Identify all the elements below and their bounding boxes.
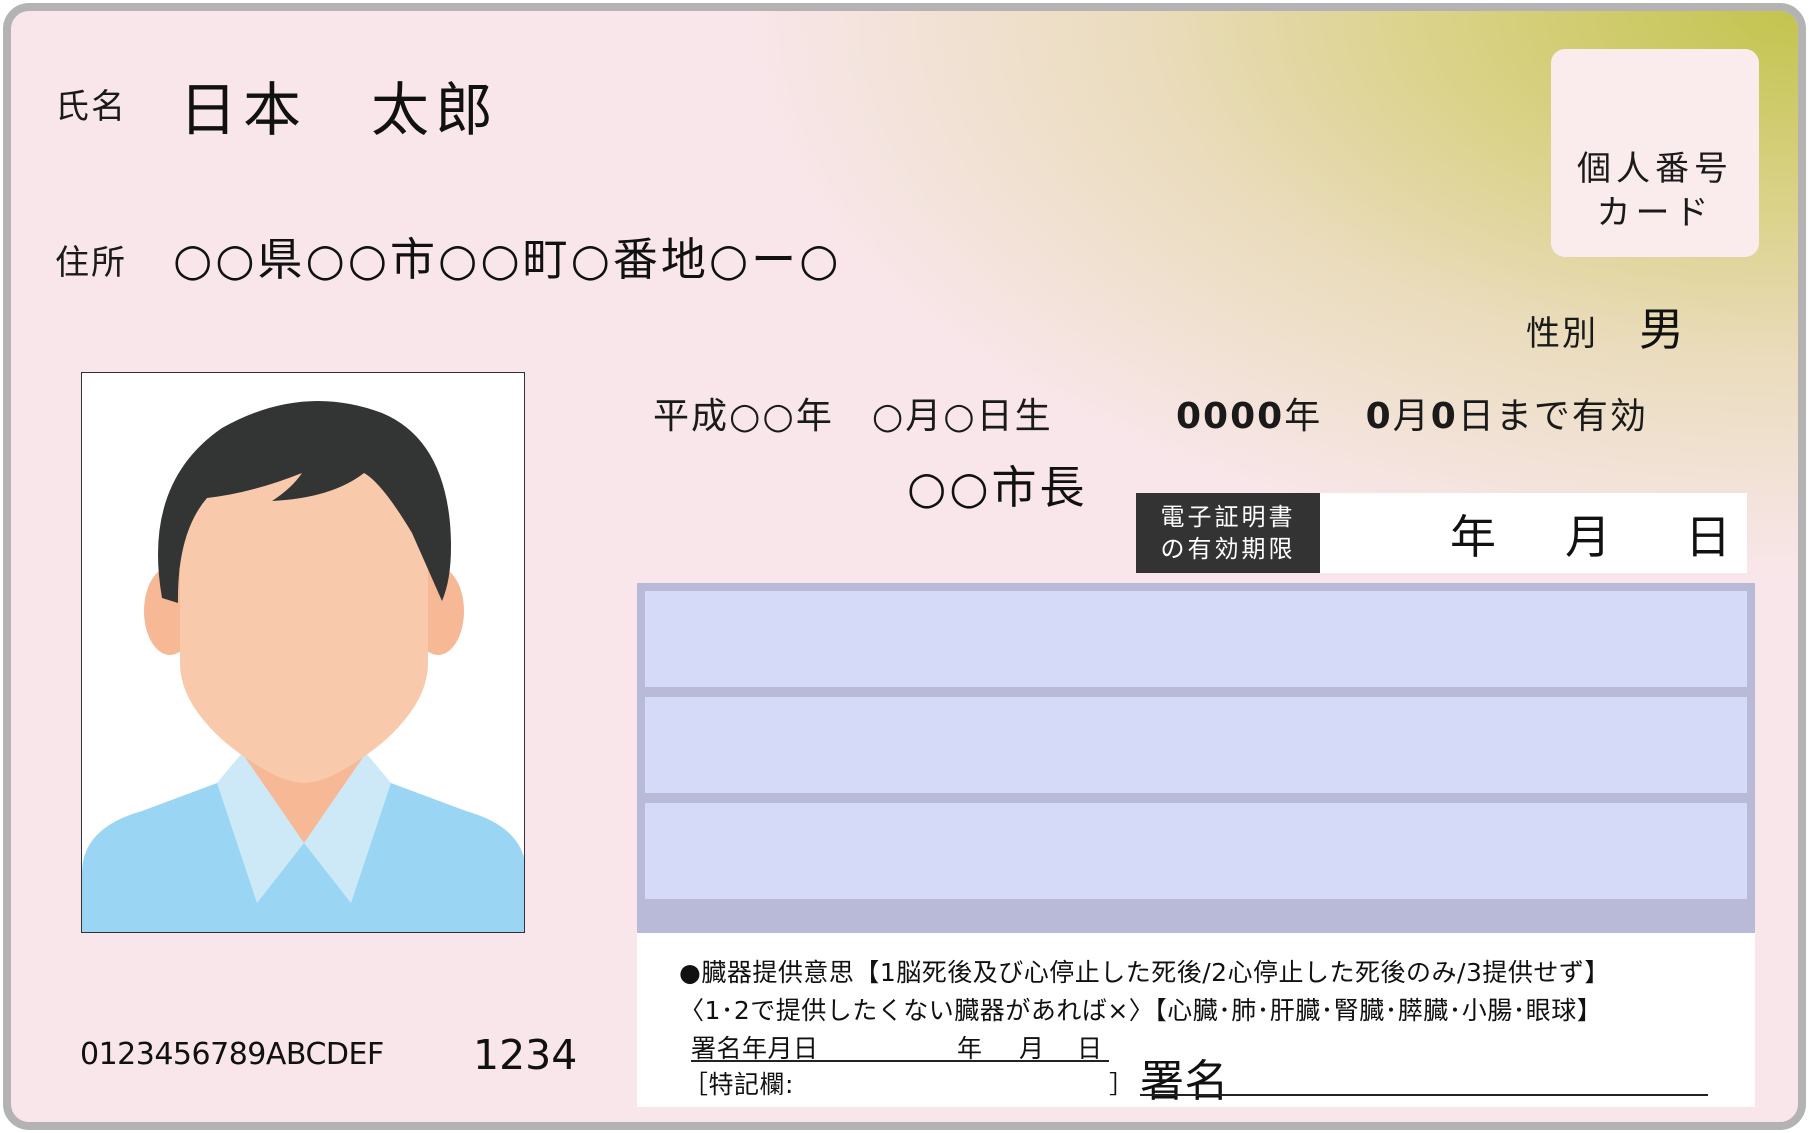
issuer: ○○市長 [907, 461, 1088, 514]
organ-line1: ●臓器提供意思【1脳死後及び心停止した死後/2心停止した死後のみ/3提供せず】 [679, 958, 1610, 987]
cert-month: 月 [1565, 510, 1611, 564]
notes-row [645, 697, 1747, 793]
security-code: 1234 [473, 1031, 578, 1079]
mynumber-card: 氏名 日本 太郎 住所 ○○県○○市○○町○番地○ー○ 個人番号 カード 性別 … [3, 3, 1806, 1130]
serial-number: 0123456789ABCDEF [80, 1037, 384, 1072]
expiry-year-unit: 年 [1284, 396, 1323, 437]
expiry-day: 0 [1430, 396, 1458, 437]
remarks-close: ］ [1109, 1070, 1135, 1099]
portrait-photo [81, 372, 525, 933]
expiry-year: 0000 [1176, 396, 1285, 437]
organ-line2: 〈1･2で提供したくない臓器があれば×〉【心臓･肺･肝臓･腎臓･膵臓･小腸･眼球… [679, 996, 1603, 1025]
name-value: 日本 太郎 [179, 76, 500, 144]
sex-label: 性別 [1526, 314, 1598, 354]
address-label: 住所 [55, 243, 127, 283]
notes-row [645, 803, 1747, 899]
person-photo-icon [82, 373, 524, 932]
certificate-validity-label: 電子証明書 の有効期限 [1136, 493, 1320, 573]
notes-area [637, 583, 1755, 933]
expiry-month-unit: 月 [1392, 396, 1431, 437]
birthdate: 平成○○年 ○月○日生 [653, 396, 1053, 437]
organ-donation-section: ●臓器提供意思【1脳死後及び心停止した死後/2心停止した死後のみ/3提供せず】 … [637, 933, 1755, 1107]
mynumber-label-line2: カード [1596, 193, 1714, 233]
remarks-open: ［特記欄: [683, 1070, 794, 1099]
signature-label: 署名 [1140, 1056, 1229, 1107]
notes-row [645, 591, 1747, 687]
name-label: 氏名 [55, 87, 127, 127]
certificate-validity-box: 電子証明書 の有効期限 年 月 日 [1136, 493, 1747, 573]
sign-date-underline [691, 1060, 1109, 1062]
certificate-validity-date: 年 月 日 [1320, 493, 1747, 573]
expiry-suffix: 日まで有効 [1457, 396, 1648, 437]
cert-label-line2: の有効期限 [1160, 535, 1296, 563]
signature-underline [1140, 1094, 1708, 1096]
cert-label-line1: 電子証明書 [1160, 503, 1296, 531]
address-value: ○○県○○市○○町○番地○ー○ [173, 233, 842, 286]
sex-value: 男 [1639, 303, 1688, 356]
mynumber-label-line1: 個人番号 [1577, 149, 1733, 189]
mynumber-card-label-box: 個人番号 カード [1551, 49, 1759, 257]
cert-year: 年 [1450, 510, 1496, 564]
expiry-date: 0000年 0月0日まで有効 [1176, 387, 1648, 439]
cert-day: 日 [1685, 510, 1731, 564]
expiry-month: 0 [1365, 396, 1393, 437]
